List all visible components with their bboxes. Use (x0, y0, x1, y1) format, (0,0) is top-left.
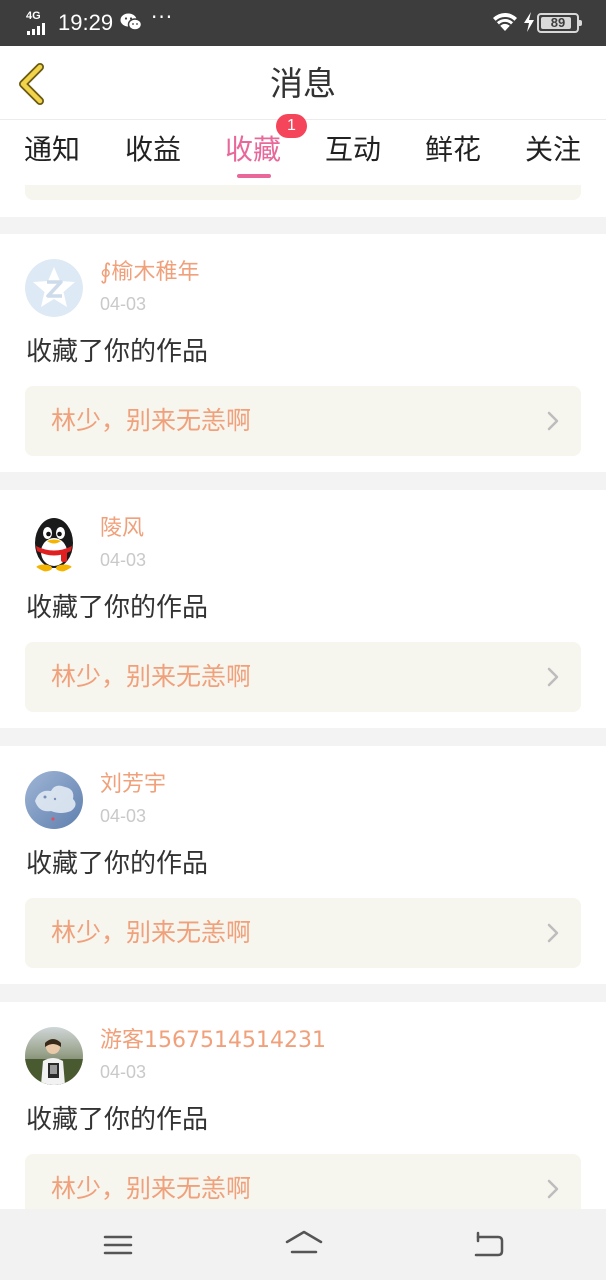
work-link[interactable]: 林少，别来无恙啊 (25, 642, 581, 712)
message-date: 04-03 (100, 294, 147, 314)
work-link[interactable]: 林少，别来无恙啊 (25, 1154, 581, 1209)
work-title: 林少，别来无恙啊 (51, 406, 252, 435)
page-title: 消息 (270, 64, 336, 103)
user-name[interactable]: ∮榆木稚年 (100, 258, 199, 288)
message-card: 游客1567514514231 04-03 收藏了你的作品 林少，别来无恙啊 (0, 1002, 606, 1209)
user-name[interactable]: 刘芳宇 (100, 770, 166, 800)
back-button[interactable] (14, 62, 50, 106)
message-date: 04-03 (100, 1062, 147, 1082)
action-text: 收藏了你的作品 (26, 1105, 209, 1135)
system-nav-bar (0, 1209, 606, 1280)
photo-person-avatar[interactable] (25, 1027, 83, 1085)
favorites-unread-badge: 1 (276, 114, 307, 138)
back-icon[interactable] (470, 1227, 506, 1263)
action-text: 收藏了你的作品 (26, 593, 209, 623)
menu-icon[interactable] (100, 1227, 136, 1263)
home-icon[interactable] (284, 1226, 324, 1262)
work-title: 林少，别来无恙啊 (51, 1174, 252, 1203)
network-type: 4G (26, 10, 41, 22)
message-date: 04-03 (100, 806, 147, 826)
previous-card-fragment (0, 185, 606, 217)
message-card: ∮榆木稚年 04-03 收藏了你的作品 林少，别来无恙啊 (0, 234, 606, 472)
battery-level: 89 (550, 15, 566, 30)
user-name[interactable]: 游客1567514514231 (100, 1026, 326, 1056)
chevron-right-icon (547, 1179, 559, 1199)
qq-penguin-avatar[interactable] (25, 515, 83, 573)
chevron-right-icon (547, 411, 559, 431)
battery-icon: 89 (537, 13, 582, 33)
more-notifications-icon: ··· (151, 5, 174, 29)
active-tab-indicator (237, 174, 271, 178)
sky-cloud-avatar[interactable] (25, 771, 83, 829)
chevron-right-icon (547, 923, 559, 943)
action-text: 收藏了你的作品 (26, 849, 209, 879)
tab-notifications[interactable]: 通知 (12, 127, 92, 173)
status-bar: 4G 19:29 ··· 89 (0, 0, 606, 46)
action-text: 收藏了你的作品 (26, 337, 209, 367)
message-date: 04-03 (100, 550, 147, 570)
chevron-right-icon (547, 667, 559, 687)
tab-follows[interactable]: 关注 (513, 127, 593, 173)
wechat-icon (120, 13, 142, 31)
status-time: 19:29 (58, 10, 114, 35)
tab-earnings[interactable]: 收益 (113, 127, 193, 173)
tab-flowers[interactable]: 鲜花 (413, 127, 493, 173)
header: 消息 (0, 46, 606, 120)
wifi-icon (493, 13, 517, 31)
charging-icon (524, 12, 534, 32)
qzone-star-avatar[interactable] (25, 259, 83, 317)
message-card: 陵风 04-03 收藏了你的作品 林少，别来无恙啊 (0, 490, 606, 728)
work-link[interactable]: 林少，别来无恙啊 (25, 386, 581, 456)
tab-interactions[interactable]: 互动 (313, 127, 393, 173)
message-list[interactable]: ∮榆木稚年 04-03 收藏了你的作品 林少，别来无恙啊 陵风 04-03 收藏… (0, 185, 606, 1209)
work-title: 林少，别来无恙啊 (51, 918, 252, 947)
work-title: 林少，别来无恙啊 (51, 662, 252, 691)
message-card: 刘芳宇 04-03 收藏了你的作品 林少，别来无恙啊 (0, 746, 606, 984)
cellular-signal-icon: 4G (26, 11, 48, 35)
user-name[interactable]: 陵风 (100, 514, 144, 544)
work-link[interactable]: 林少，别来无恙啊 (25, 898, 581, 968)
